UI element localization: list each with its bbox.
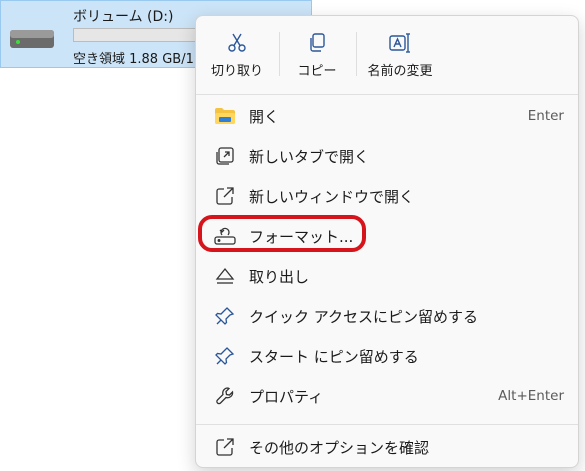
format-icon xyxy=(214,225,236,247)
folder-icon xyxy=(214,105,236,127)
menu-item-pin-start[interactable]: スタート にピン留めする xyxy=(196,336,578,376)
menu-item-label: フォーマット... xyxy=(249,227,354,246)
menu-item-shortcut: Alt+Enter xyxy=(498,388,564,404)
wrench-icon xyxy=(214,385,236,407)
quick-action-divider xyxy=(356,32,357,76)
pin-icon xyxy=(214,305,236,327)
menu-item-more-options[interactable]: その他のオプションを確認 xyxy=(196,427,578,467)
rename-label: 名前の変更 xyxy=(367,64,433,79)
drive-icon xyxy=(10,30,54,48)
pin-icon xyxy=(214,345,236,367)
menu-item-label: クイック アクセスにピン留めする xyxy=(249,307,479,326)
menu-divider xyxy=(196,424,578,425)
menu-item-format[interactable]: フォーマット... xyxy=(196,216,578,256)
menu-item-open-new-tab[interactable]: 新しいタブで開く xyxy=(196,136,578,176)
menu-item-pin-quick-access[interactable]: クイック アクセスにピン留めする xyxy=(196,296,578,336)
menu-item-label: プロパティ xyxy=(249,387,324,406)
menu-item-properties[interactable]: プロパティ Alt+Enter xyxy=(196,376,578,416)
quick-actions-bar: 切り取り コピー 名前の変更 xyxy=(196,16,578,94)
copy-icon xyxy=(310,33,325,52)
menu-item-open[interactable]: 開く Enter xyxy=(196,96,578,136)
menu-item-eject[interactable]: 取り出し xyxy=(196,256,578,296)
cut-button[interactable]: 切り取り xyxy=(202,22,272,90)
menu-divider xyxy=(196,94,578,95)
context-menu: 切り取り コピー 名前の変更 開く Enter 新しいタブで開く 新しいウィンド… xyxy=(195,15,579,468)
scissors-icon xyxy=(228,33,246,52)
cut-label: 切り取り xyxy=(210,64,263,79)
drive-name: ボリューム (D:) xyxy=(73,9,174,25)
menu-item-label: 新しいウィンドウで開く xyxy=(249,187,415,206)
menu-item-open-new-window[interactable]: 新しいウィンドウで開く xyxy=(196,176,578,216)
rename-button[interactable]: 名前の変更 xyxy=(360,22,440,90)
copy-label: コピー xyxy=(297,64,337,79)
rename-icon xyxy=(389,33,410,53)
copy-button[interactable]: コピー xyxy=(282,22,352,90)
open-new-window-icon xyxy=(214,185,236,207)
menu-item-shortcut: Enter xyxy=(527,108,564,124)
menu-item-label: スタート にピン留めする xyxy=(249,347,419,366)
open-new-tab-icon xyxy=(214,145,236,167)
menu-item-label: 開く xyxy=(249,107,280,126)
menu-item-label: 新しいタブで開く xyxy=(249,147,370,166)
menu-item-label: その他のオプションを確認 xyxy=(249,438,430,457)
eject-icon xyxy=(214,265,236,287)
menu-item-label: 取り出し xyxy=(249,267,310,286)
quick-action-divider xyxy=(279,32,280,76)
more-options-icon xyxy=(214,436,236,458)
